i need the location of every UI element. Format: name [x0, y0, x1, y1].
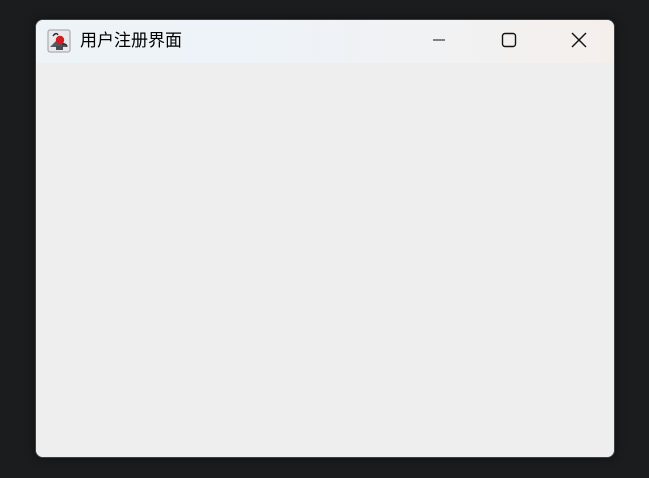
- java-app-icon[interactable]: [47, 29, 71, 53]
- window-content-area: [36, 63, 614, 457]
- desktop: 用户注册界面: [0, 0, 649, 478]
- close-icon: [570, 31, 588, 53]
- maximize-icon: [501, 32, 517, 52]
- maximize-button[interactable]: [480, 20, 538, 63]
- window-title: 用户注册界面: [80, 31, 182, 51]
- title-bar[interactable]: 用户注册界面: [36, 20, 614, 63]
- close-button[interactable]: [550, 20, 608, 63]
- registration-window: 用户注册界面: [35, 19, 615, 458]
- minimize-button[interactable]: [410, 20, 468, 63]
- minimize-icon: [432, 32, 446, 51]
